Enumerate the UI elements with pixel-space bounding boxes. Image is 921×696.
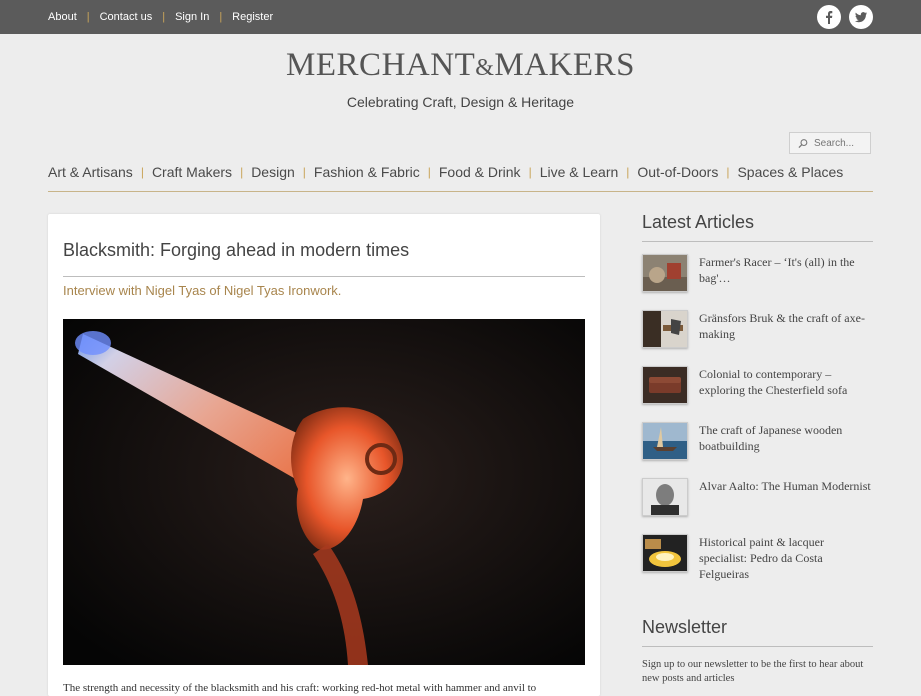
- separator: |: [219, 11, 223, 23]
- article-card: Blacksmith: Forging ahead in modern time…: [48, 214, 600, 696]
- twitter-icon[interactable]: [849, 5, 873, 29]
- logo-ampersand: &: [475, 55, 495, 81]
- hero-image: [63, 319, 585, 665]
- list-item[interactable]: The craft of Japanese wooden boatbuildin…: [642, 422, 873, 478]
- forge-flame-image: [63, 319, 585, 665]
- site-tagline: Celebrating Craft, Design & Heritage: [346, 94, 575, 110]
- nav-item-live-learn[interactable]: Live & Learn: [540, 164, 619, 180]
- list-item[interactable]: Gränsfors Bruk & the craft of axe-making: [642, 310, 873, 366]
- list-item[interactable]: Farmer's Racer – ‘It's (all) in the bag'…: [642, 254, 873, 310]
- nav-separator: |: [427, 164, 431, 179]
- article-link[interactable]: Alvar Aalto: The Human Modernist: [699, 478, 871, 494]
- nav-item-spaces-places[interactable]: Spaces & Places: [737, 164, 843, 180]
- nav-separator: |: [240, 164, 244, 179]
- facebook-icon[interactable]: [817, 5, 841, 29]
- separator: |: [86, 11, 90, 23]
- search-input[interactable]: [814, 137, 870, 149]
- nav-separator: |: [528, 164, 532, 179]
- article-title: Blacksmith: Forging ahead in modern time…: [63, 240, 410, 260]
- article-link[interactable]: The craft of Japanese wooden boatbuildin…: [699, 422, 873, 454]
- newsletter-heading: Newsletter: [642, 617, 873, 647]
- nav-item-fashion-fabric[interactable]: Fashion & Fabric: [314, 164, 420, 180]
- search-icon: [798, 138, 808, 148]
- latest-articles-list: Farmer's Racer – ‘It's (all) in the bag'…: [642, 254, 873, 590]
- nav-separator: |: [626, 164, 630, 179]
- search-box[interactable]: [789, 132, 871, 154]
- article-link[interactable]: Gränsfors Bruk & the craft of axe-making: [699, 310, 873, 342]
- latest-articles-heading: Latest Articles: [642, 212, 873, 242]
- top-links: About | Contact us | Sign In | Register: [48, 0, 273, 34]
- article-link[interactable]: Farmer's Racer – ‘It's (all) in the bag'…: [699, 254, 873, 286]
- register-link[interactable]: Register: [232, 11, 273, 23]
- list-item[interactable]: Alvar Aalto: The Human Modernist: [642, 478, 873, 534]
- newsletter-description: Sign up to our newsletter to be the firs…: [642, 659, 864, 684]
- axe-thumb: [642, 310, 688, 348]
- logo-word-makers: MAKERS: [494, 47, 635, 83]
- list-item[interactable]: Colonial to contemporary – exploring the…: [642, 366, 873, 422]
- nav-item-out-of-doors[interactable]: Out-of-Doors: [637, 164, 718, 180]
- portrait-thumb: [642, 478, 688, 516]
- contact-link[interactable]: Contact us: [100, 11, 153, 23]
- lacquer-thumb: [642, 534, 688, 572]
- top-bar: About | Contact us | Sign In | Register: [0, 0, 921, 34]
- nav-separator: |: [140, 164, 144, 179]
- racer-thumb: [642, 254, 688, 292]
- site-logo[interactable]: MERCHANT&MAKERS: [0, 47, 921, 84]
- boat-thumb: [642, 422, 688, 460]
- sign-in-link[interactable]: Sign In: [175, 11, 209, 23]
- nav-item-craft-makers[interactable]: Craft Makers: [152, 164, 232, 180]
- article-subtitle: Interview with Nigel Tyas of Nigel Tyas …: [63, 283, 342, 298]
- nav-item-food-drink[interactable]: Food & Drink: [439, 164, 521, 180]
- nav-item-art-artisans[interactable]: Art & Artisans: [48, 164, 133, 180]
- article-body: The strength and necessity of the blacks…: [63, 682, 537, 694]
- list-item[interactable]: Historical paint & lacquer specialist: P…: [642, 534, 873, 590]
- about-link[interactable]: About: [48, 11, 77, 23]
- sofa-thumb: [642, 366, 688, 404]
- article-link[interactable]: Colonial to contemporary – exploring the…: [699, 366, 873, 398]
- nav-separator: |: [726, 164, 730, 179]
- separator: |: [162, 11, 166, 23]
- main-nav: Art & Artisans | Craft Makers | Design |…: [48, 160, 873, 192]
- title-divider: [63, 276, 585, 277]
- nav-item-design[interactable]: Design: [251, 164, 295, 180]
- social-links: [817, 5, 873, 29]
- nav-separator: |: [302, 164, 306, 179]
- logo-word-merchant: MERCHANT: [286, 47, 476, 83]
- article-link[interactable]: Historical paint & lacquer specialist: P…: [699, 534, 873, 582]
